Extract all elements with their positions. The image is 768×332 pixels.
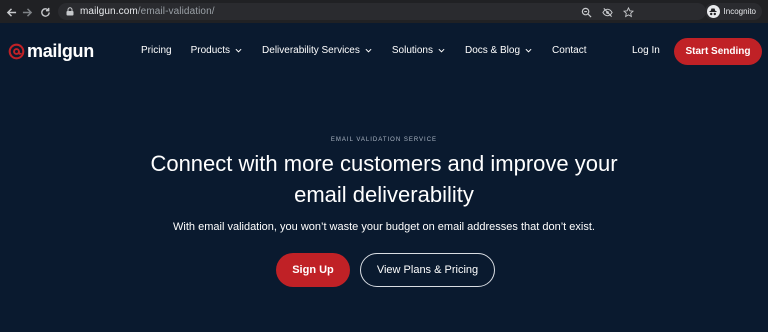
chevron-down-icon: [525, 48, 532, 53]
lock-icon[interactable]: [66, 3, 74, 21]
site-header: mailgun Pricing Products Deliverability …: [0, 23, 768, 79]
incognito-icon: [706, 5, 720, 18]
hero-headline-line1: Connect with more customers and improve …: [150, 151, 618, 176]
incognito-profile-button[interactable]: Incognito: [704, 3, 762, 20]
nav-docs-blog[interactable]: Docs & Blog: [465, 45, 532, 56]
nav-solutions-label: Solutions: [391, 45, 433, 56]
mailgun-logo[interactable]: mailgun: [8, 41, 94, 62]
nav-deliverability-services[interactable]: Deliverability Services: [262, 45, 372, 56]
browser-toolbar: mailgun.com/email-validation/ Incognito: [0, 0, 768, 23]
main-nav: Pricing Products Deliverability Services…: [141, 45, 587, 56]
star-icon[interactable]: [622, 5, 635, 23]
chevron-down-icon: [235, 48, 242, 53]
forward-icon[interactable]: [18, 3, 36, 21]
nav-pricing-label: Pricing: [141, 45, 172, 56]
sign-up-button[interactable]: Sign Up: [276, 253, 350, 287]
nav-pricing[interactable]: Pricing: [141, 45, 172, 56]
nav-solutions[interactable]: Solutions: [392, 45, 445, 56]
logo-text: mailgun: [27, 41, 94, 61]
nav-contact[interactable]: Contact: [552, 45, 586, 56]
incognito-label: Incognito: [723, 7, 756, 16]
zoom-icon[interactable]: [581, 5, 592, 23]
nav-products-label: Products: [190, 45, 231, 56]
start-sending-button[interactable]: Start Sending: [674, 38, 762, 65]
mailgun-at-icon: [8, 43, 25, 60]
hero-subtext: With email validation, you won’t waste y…: [173, 221, 595, 233]
hero-headline-line2: email deliverability: [294, 182, 474, 207]
nav-contact-label: Contact: [552, 45, 587, 56]
eye-off-icon[interactable]: [602, 5, 613, 23]
nav-products[interactable]: Products: [191, 45, 242, 56]
view-plans-pricing-button[interactable]: View Plans & Pricing: [360, 253, 495, 287]
login-link[interactable]: Log In: [632, 45, 660, 56]
hero-headline: Connect with more customers and improve …: [100, 148, 668, 210]
hero-eyebrow: EMAIL VALIDATION SERVICE: [330, 137, 438, 143]
reload-icon[interactable]: [36, 3, 54, 21]
address-bar[interactable]: mailgun.com/email-validation/: [58, 3, 706, 20]
chevron-down-icon: [365, 48, 372, 53]
nav-docs-blog-label: Docs & Blog: [465, 45, 521, 56]
nav-deliverability-label: Deliverability Services: [262, 45, 360, 56]
chevron-down-icon: [438, 48, 445, 53]
url-text: mailgun.com/email-validation/: [80, 6, 215, 17]
